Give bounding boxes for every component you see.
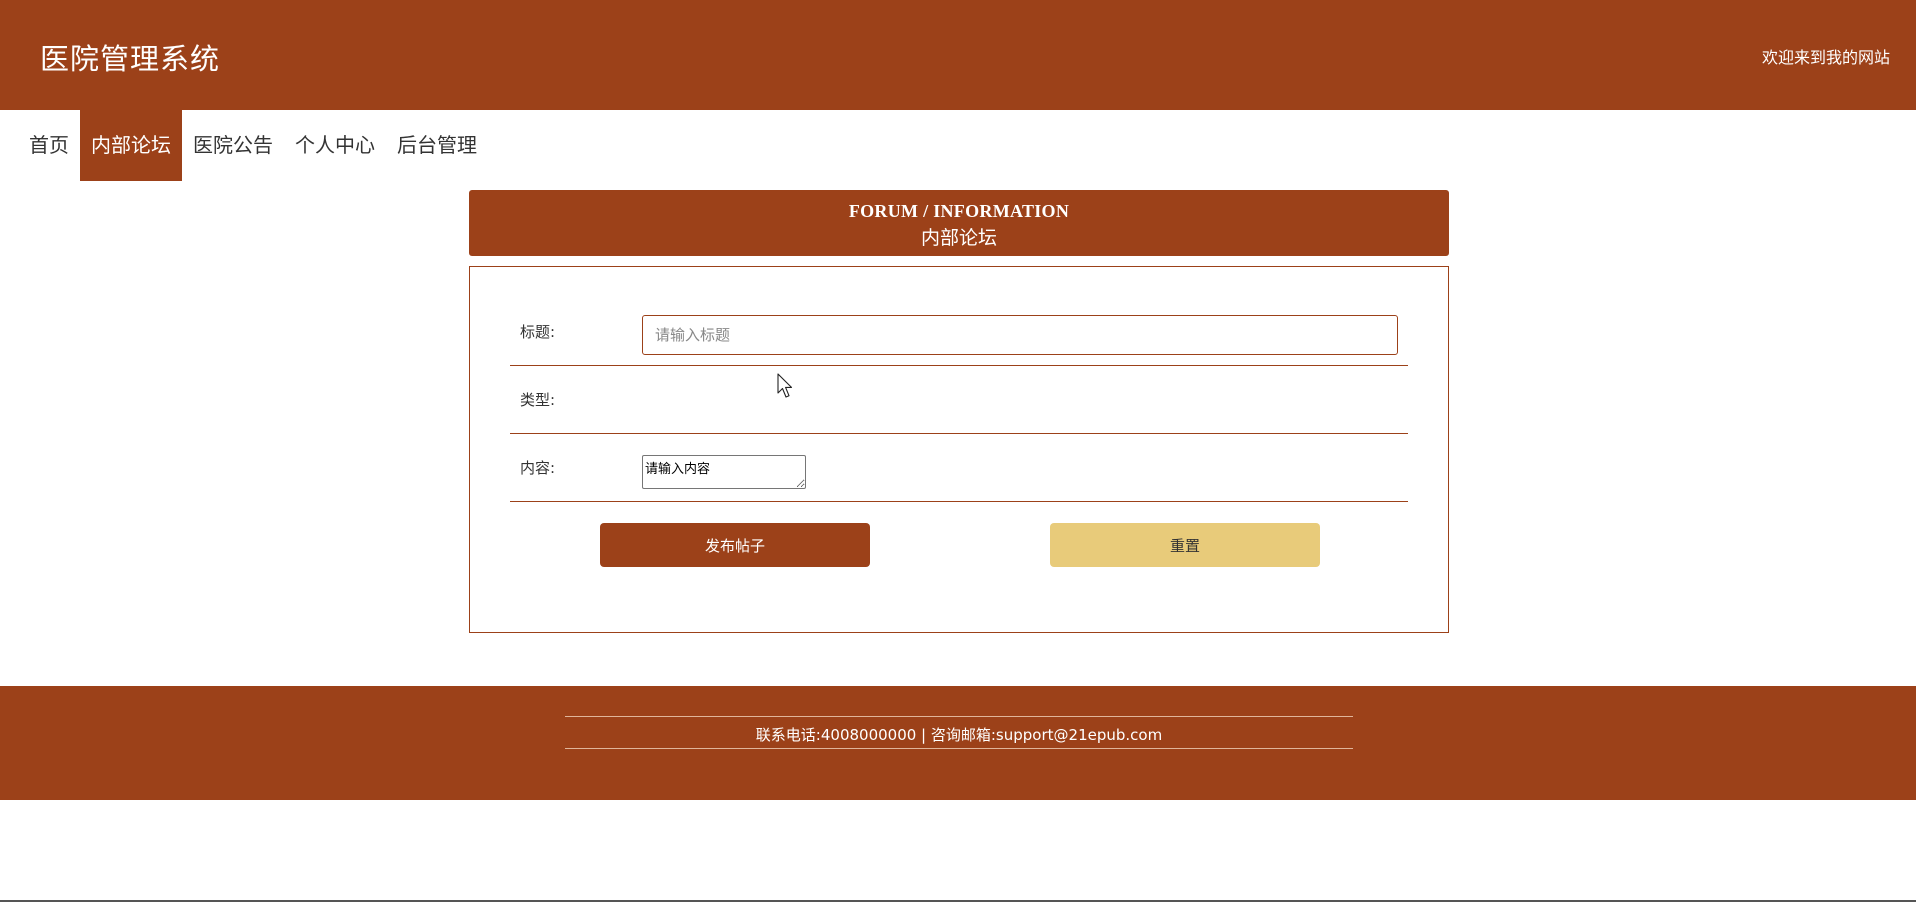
main-nav: 首页 内部论坛 医院公告 个人中心 后台管理 — [18, 110, 488, 181]
post-form: 标题: 类型: 内容: 请输入内容 发布帖子 重置 — [469, 266, 1449, 633]
site-title: 医院管理系统 — [40, 42, 221, 76]
top-header: 医院管理系统 欢迎来到我的网站 — [0, 0, 1916, 110]
footer-divider-top — [565, 716, 1353, 717]
nav-item-announcements[interactable]: 医院公告 — [182, 110, 284, 181]
footer-divider-bottom — [565, 748, 1353, 749]
nav-item-home[interactable]: 首页 — [18, 110, 80, 181]
nav-item-personal-center[interactable]: 个人中心 — [284, 110, 386, 181]
content-textarea[interactable]: 请输入内容 — [642, 455, 806, 489]
banner-title-en: FORUM / INFORMATION — [848, 201, 1070, 221]
title-input[interactable] — [642, 315, 1398, 355]
form-row-type: 类型: — [510, 366, 1408, 434]
welcome-text: 欢迎来到我的网站 — [1761, 48, 1890, 67]
form-row-title: 标题: — [510, 298, 1408, 366]
type-label: 类型: — [520, 391, 556, 409]
reset-button[interactable]: 重置 — [1050, 523, 1320, 567]
submit-post-button[interactable]: 发布帖子 — [600, 523, 870, 567]
footer-contact-text: 联系电话:4008000000 | 咨询邮箱:support@21epub.co… — [755, 726, 1163, 744]
section-banner: FORUM / INFORMATION 内部论坛 — [469, 190, 1449, 256]
title-label: 标题: — [520, 323, 556, 341]
nav-item-admin[interactable]: 后台管理 — [386, 110, 488, 181]
form-row-content: 内容: 请输入内容 — [510, 434, 1408, 502]
mouse-pointer-icon — [777, 373, 793, 398]
nav-item-forum[interactable]: 内部论坛 — [80, 110, 182, 181]
banner-title-cn: 内部论坛 — [920, 228, 997, 249]
page-footer: 联系电话:4008000000 | 咨询邮箱:support@21epub.co… — [0, 686, 1916, 800]
content-label: 内容: — [520, 459, 556, 477]
